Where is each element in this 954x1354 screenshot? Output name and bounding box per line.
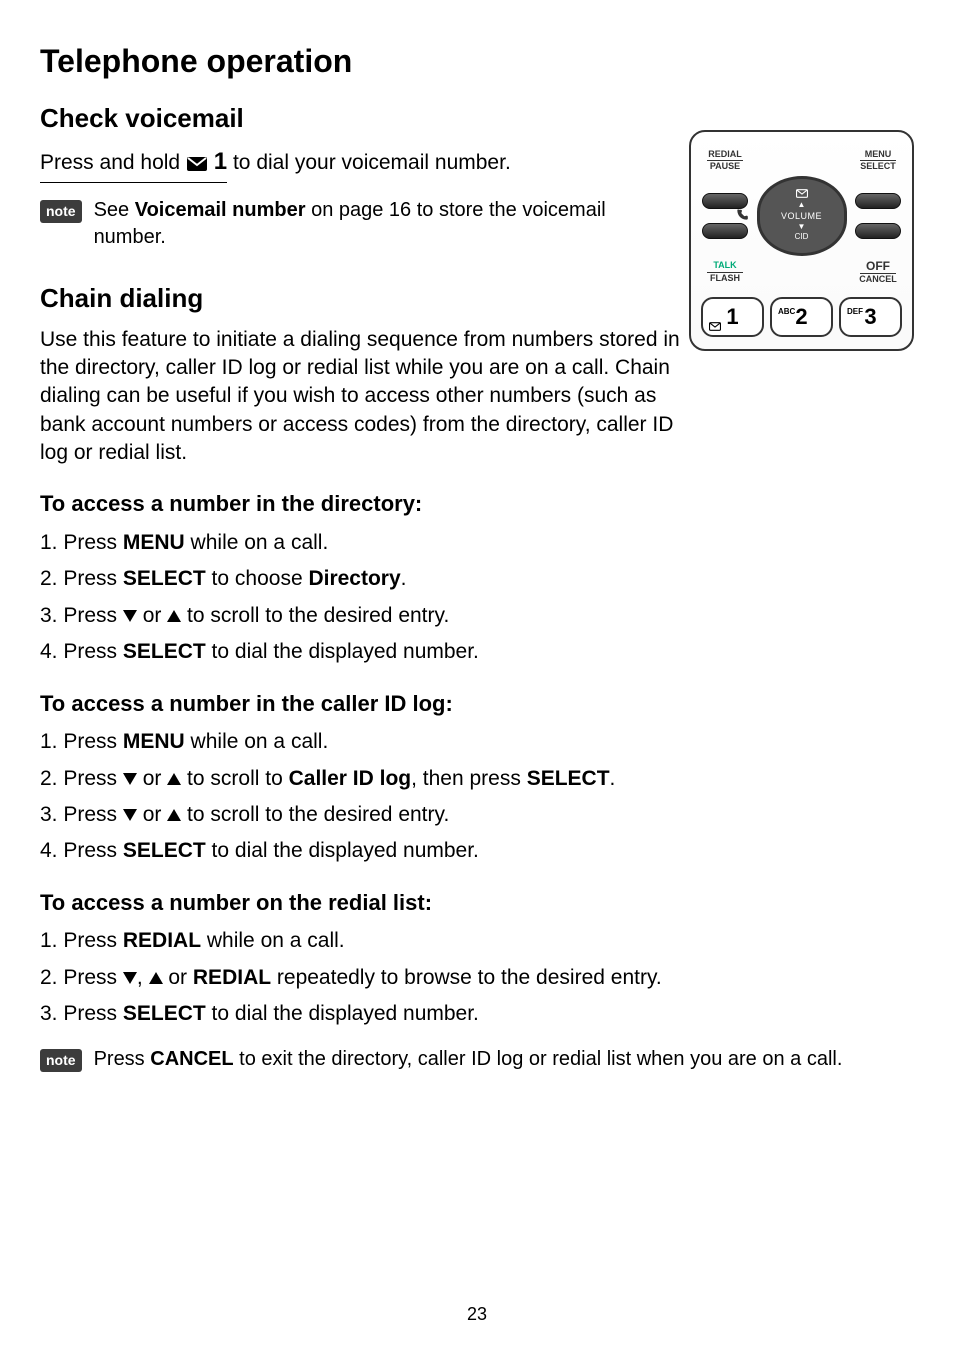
end-note: note Press CANCEL to exit the directory,… [40, 1046, 914, 1073]
mail-icon [709, 309, 721, 339]
keypad-illustration: REDIAL PAUSE MENU SELECT ▲ VOLUME ▼ CID [689, 130, 914, 351]
voicemail-note: note See Voicemail number on page 16 to … [40, 197, 680, 251]
note-bold: Voicemail number [135, 199, 306, 221]
chain-body: Use this feature to initiate a dialing s… [40, 326, 680, 468]
cid-heading: To access a number in the caller ID log: [40, 689, 914, 719]
list-item: 4. Press SELECT to dial the displayed nu… [40, 837, 914, 865]
list-item: 1. Press MENU while on a call. [40, 529, 914, 557]
menu-label: MENU SELECT [854, 150, 902, 172]
up-arrow-icon [149, 972, 163, 984]
redial-steps: 1. Press REDIAL while on a call. 2. Pres… [40, 927, 914, 1028]
off-button [855, 223, 901, 239]
list-item: 2. Press , or REDIAL repeatedly to brows… [40, 964, 914, 992]
key-2: ABC2 [770, 297, 833, 337]
down-arrow-icon [123, 610, 137, 622]
talk-label: TALK FLASH [701, 261, 749, 283]
voicemail-prefix: Press and hold [40, 151, 180, 174]
down-arrow-icon [123, 972, 137, 984]
voicemail-instruction: Press and hold 1 to dial your voicemail … [40, 146, 680, 182]
up-arrow-icon [167, 809, 181, 821]
up-arrow-icon [167, 773, 181, 785]
off-label: OFF CANCEL [854, 260, 902, 285]
dpad: ▲ VOLUME ▼ CID [757, 176, 847, 256]
dir-steps: 1. Press MENU while on a call. 2. Press … [40, 529, 914, 666]
down-arrow-icon [123, 809, 137, 821]
volume-label: VOLUME [781, 210, 822, 222]
dir-heading: To access a number in the directory: [40, 489, 914, 519]
voicemail-key: 1 [214, 148, 227, 175]
list-item: 3. Press SELECT to dial the displayed nu… [40, 1000, 914, 1028]
voicemail-suffix: to dial your voicemail number. [227, 151, 511, 174]
cid-steps: 1. Press MENU while on a call. 2. Press … [40, 728, 914, 865]
list-item: 3. Press or to scroll to the desired ent… [40, 801, 914, 829]
note-badge: note [40, 200, 82, 223]
end-note-c: to exit the directory, caller ID log or … [234, 1048, 843, 1070]
redial-button [702, 193, 748, 209]
mail-icon [186, 152, 208, 180]
end-note-b: CANCEL [150, 1048, 233, 1070]
list-item: 2. Press SELECT to choose Directory. [40, 565, 914, 593]
list-item: 3. Press or to scroll to the desired ent… [40, 602, 914, 630]
note-badge: note [40, 1049, 82, 1072]
talk-button [702, 223, 748, 239]
down-arrow-icon [123, 773, 137, 785]
page-number: 23 [0, 1302, 954, 1326]
note-pre: See [94, 199, 135, 221]
phone-icon [735, 208, 749, 222]
redial-label: REDIAL PAUSE [701, 150, 749, 172]
end-note-a: Press [94, 1048, 151, 1070]
list-item: 1. Press REDIAL while on a call. [40, 927, 914, 955]
redial-heading: To access a number on the redial list: [40, 888, 914, 918]
menu-button [855, 193, 901, 209]
list-item: 1. Press MENU while on a call. [40, 728, 914, 756]
up-arrow-icon [167, 610, 181, 622]
cid-label: CID [795, 232, 809, 243]
list-item: 4. Press SELECT to dial the displayed nu… [40, 638, 914, 666]
key-3: DEF3 [839, 297, 902, 337]
key-1: 1 [701, 297, 764, 337]
page-title: Telephone operation [40, 40, 914, 83]
list-item: 2. Press or to scroll to Caller ID log, … [40, 765, 914, 793]
